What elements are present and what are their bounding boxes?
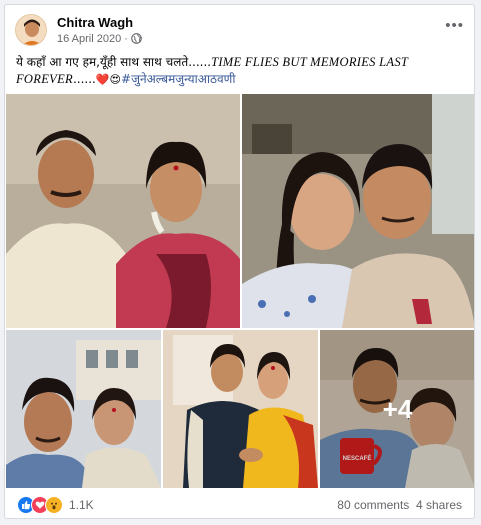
globe-icon[interactable] (131, 33, 142, 47)
photo-1-image (6, 94, 240, 328)
post-header: Chitra Wagh 16 April 2020 · ••• (5, 5, 474, 49)
shares-count[interactable]: 4 shares (416, 498, 462, 512)
photo-5[interactable]: NESCAFÉ +4 (320, 330, 474, 488)
comments-count[interactable]: 80 comments (337, 498, 409, 512)
post-date[interactable]: 16 April 2020 (57, 33, 121, 45)
avatar-image (16, 15, 46, 45)
photo-4[interactable] (163, 330, 318, 488)
post-footer: 1.1K 80 comments 4 shares (5, 492, 474, 518)
photo-3-image (6, 330, 161, 488)
post-caption: ये कहाँ आ गए हम,यूँही साथ साथ चलते......… (16, 54, 461, 88)
reaction-count: 1.1K (69, 498, 94, 512)
caption-text: ये कहाँ आ गए हम,यूँही साथ साथ चलते...... (16, 55, 212, 69)
caption-emojis: ❤️😍 (95, 73, 122, 86)
meta-separator: · (124, 33, 128, 45)
post-meta: 16 April 2020 · (57, 33, 142, 47)
photo-2-image (242, 94, 474, 328)
caption-dots: ...... (72, 72, 96, 86)
more-options-button[interactable]: ••• (445, 17, 464, 34)
wow-icon (45, 496, 63, 514)
more-photos-overlay[interactable]: +4 (320, 330, 474, 488)
photo-2[interactable] (242, 94, 474, 328)
author-avatar[interactable] (15, 14, 47, 46)
photo-3[interactable] (6, 330, 161, 488)
engagement-stats: 80 comments 4 shares (337, 498, 462, 512)
photo-4-image (163, 330, 318, 488)
author-name[interactable]: Chitra Wagh (57, 15, 133, 30)
hashtag-link[interactable]: #जुनेअल्बमजुन्याआठवणी (121, 72, 235, 86)
post-card: Chitra Wagh 16 April 2020 · ••• ये कहाँ आ… (4, 4, 475, 519)
reactions-summary[interactable]: 1.1K (17, 496, 94, 514)
photo-1[interactable] (6, 94, 240, 328)
